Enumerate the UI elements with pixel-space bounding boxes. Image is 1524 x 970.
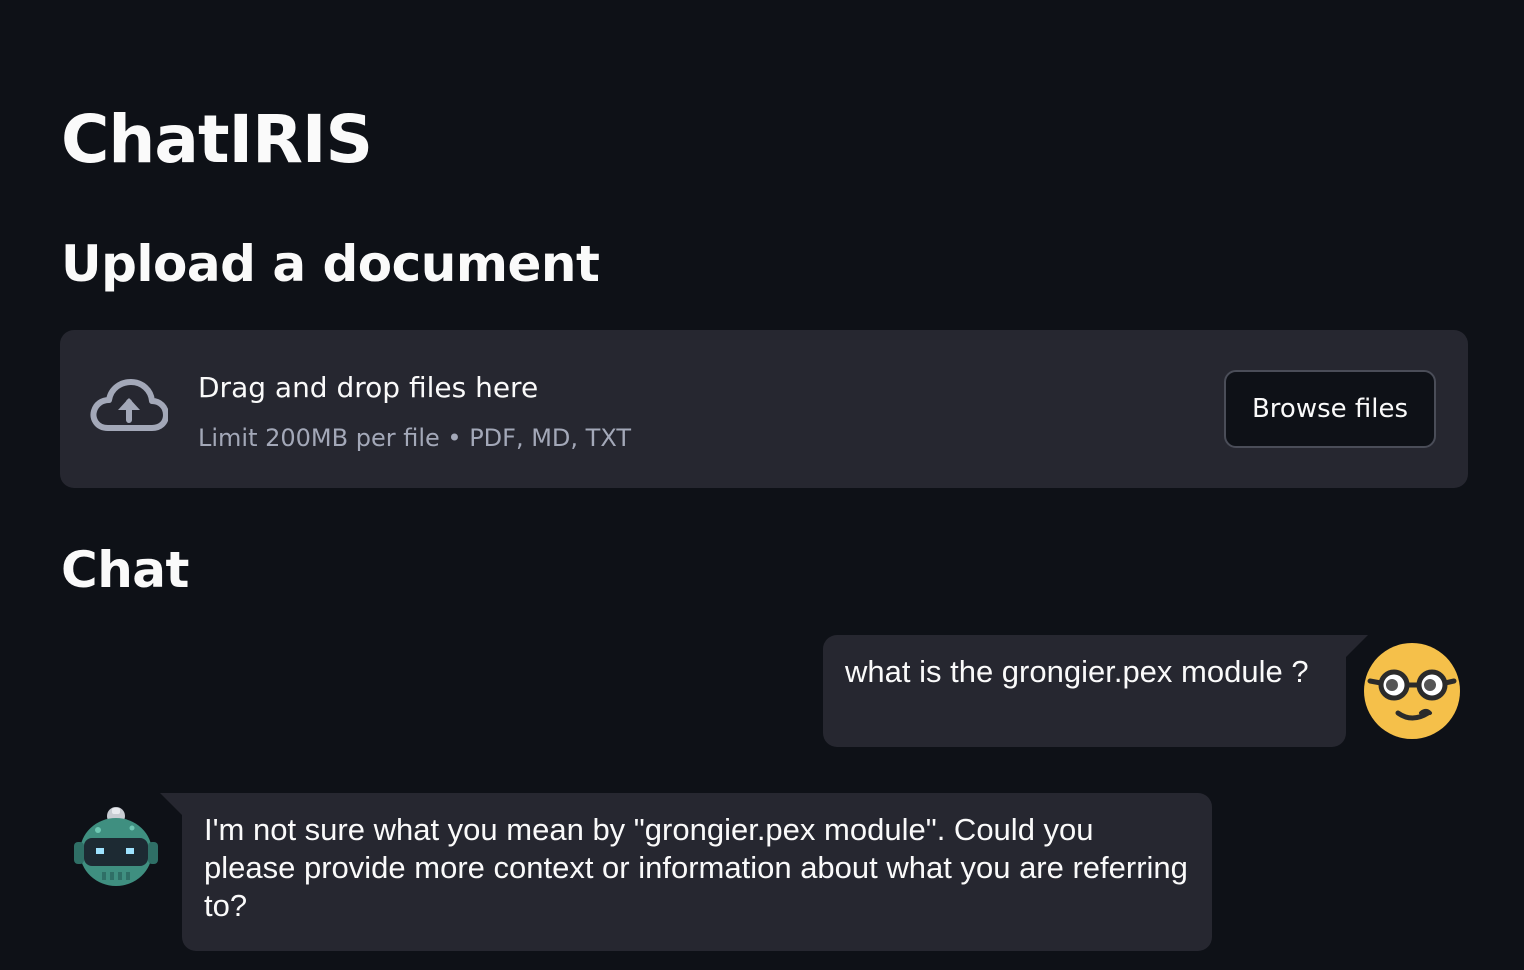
nerd-face-avatar-icon: [1364, 643, 1460, 739]
upload-heading: Upload a document: [61, 235, 600, 293]
assistant-message-bubble: I'm not sure what you mean by "grongier.…: [160, 793, 1212, 951]
browse-files-button[interactable]: Browse files: [1224, 370, 1436, 448]
assistant-message-text: I'm not sure what you mean by "grongier.…: [204, 812, 1188, 923]
dropzone-instructions: Drag and drop files here: [198, 371, 539, 404]
user-message-bubble: what is the grongier.pex module ?: [823, 635, 1368, 747]
file-dropzone[interactable]: Drag and drop files here Limit 200MB per…: [60, 330, 1468, 488]
app-page: ChatIRIS Upload a document Drag and drop…: [0, 0, 1524, 970]
user-message-text: what is the grongier.pex module ?: [845, 654, 1309, 689]
cloud-upload-icon: [90, 378, 169, 438]
chat-heading: Chat: [61, 541, 189, 599]
app-title: ChatIRIS: [61, 101, 373, 178]
robot-avatar-icon: [72, 804, 160, 892]
dropzone-limit-text: Limit 200MB per file • PDF, MD, TXT: [198, 424, 631, 452]
